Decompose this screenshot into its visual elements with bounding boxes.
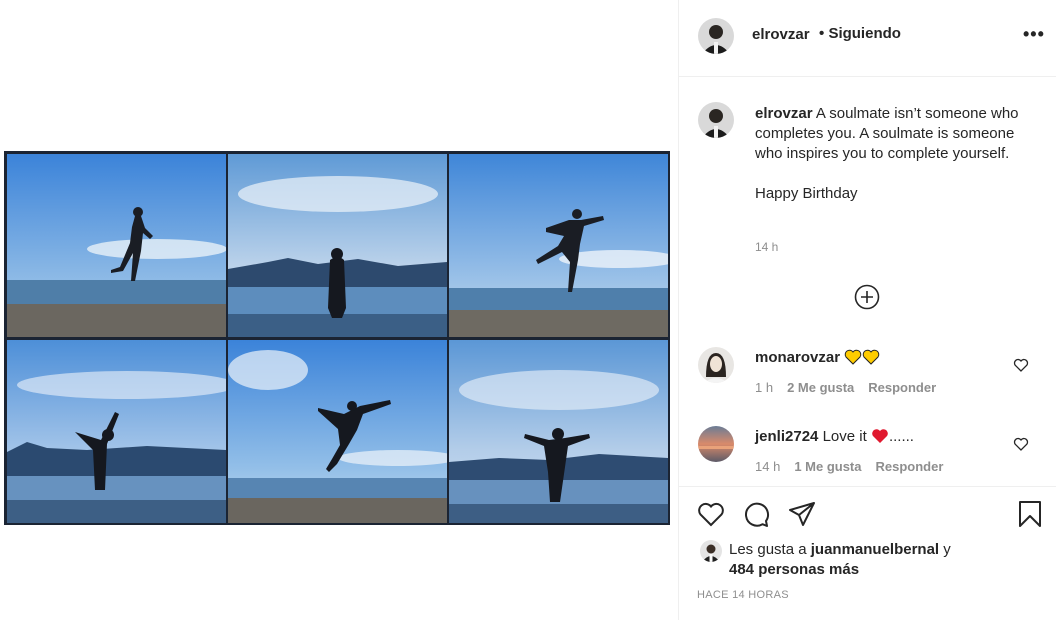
collage-photo-5 — [228, 340, 447, 523]
collage-photo-6 — [449, 340, 668, 523]
likes-joiner: y — [943, 541, 951, 558]
heart-outline-icon — [1013, 358, 1029, 372]
author-avatar[interactable] — [698, 18, 734, 54]
instagram-post: elrovzar • Siguiendo ••• elrovzar A soul… — [0, 0, 1056, 620]
bookmark-icon — [1019, 501, 1041, 527]
collage-photo-3 — [449, 154, 668, 337]
commenter-avatar[interactable] — [698, 347, 734, 383]
post-media — [0, 0, 678, 620]
post-actions: Les gusta a juanmanuelbernal y 484 perso… — [679, 486, 1056, 621]
plus-circle-icon — [854, 284, 880, 310]
comment-likes[interactable]: 1 Me gusta — [794, 459, 861, 474]
comment-button[interactable] — [741, 499, 771, 529]
reply-button[interactable]: Responder — [876, 459, 944, 474]
liker-username[interactable]: juanmanuelbernal — [811, 541, 939, 558]
collage-photo-4 — [7, 340, 226, 523]
likes-prefix: Les gusta a — [729, 541, 807, 558]
post-timestamp[interactable]: HACE 14 HORAS — [697, 589, 789, 601]
comment-like-button[interactable] — [1013, 357, 1029, 373]
collage-photo-2 — [228, 154, 447, 337]
post-header: elrovzar • Siguiendo ••• — [679, 0, 1056, 77]
save-button[interactable] — [1015, 499, 1045, 529]
caption-timestamp[interactable]: 14 h — [755, 240, 778, 254]
author-username[interactable]: elrovzar — [752, 26, 810, 43]
comment-item: monarovzar 1 h 2 Me gusta Responder — [679, 347, 1056, 417]
comment-username[interactable]: monarovzar — [755, 349, 840, 366]
comment-time[interactable]: 14 h — [755, 459, 780, 474]
commenter-avatar[interactable] — [698, 426, 734, 462]
caption-author-avatar[interactable] — [698, 102, 734, 138]
comment-time[interactable]: 1 h — [755, 380, 773, 395]
comment-text: jenli2724 Love it ...... — [755, 427, 995, 450]
like-button[interactable] — [696, 499, 726, 529]
heart-outline-icon — [1013, 437, 1029, 451]
speech-bubble-icon — [745, 502, 769, 527]
reply-button[interactable]: Responder — [868, 380, 936, 395]
liker-avatar[interactable] — [700, 540, 722, 562]
yellow-heart-icon — [844, 349, 862, 371]
comment-like-button[interactable] — [1013, 436, 1029, 452]
post-side-panel: elrovzar • Siguiendo ••• elrovzar A soul… — [678, 0, 1056, 620]
heart-outline-icon — [698, 502, 724, 527]
likes-summary: Les gusta a juanmanuelbernal y 484 perso… — [729, 540, 1029, 580]
red-heart-icon — [871, 428, 889, 450]
comment-meta: 14 h 1 Me gusta Responder — [755, 459, 943, 474]
comment-likes[interactable]: 2 Me gusta — [787, 380, 854, 395]
paper-plane-icon — [789, 502, 815, 526]
load-more-comments-button[interactable] — [854, 284, 880, 310]
comment-username[interactable]: jenli2724 — [755, 428, 818, 445]
comment-meta: 1 h 2 Me gusta Responder — [755, 380, 936, 395]
share-button[interactable] — [787, 499, 817, 529]
photo-collage[interactable] — [4, 151, 670, 525]
more-options-button[interactable]: ••• — [1023, 24, 1045, 45]
caption-username[interactable]: elrovzar — [755, 105, 813, 122]
comment-suffix: ...... — [888, 428, 914, 445]
comment-text: monarovzar — [755, 348, 995, 371]
likes-others-count[interactable]: 484 personas más — [729, 561, 859, 578]
post-caption: elrovzar A soulmate isn’t someone who co… — [755, 104, 1025, 204]
follow-separator: • — [819, 25, 825, 42]
follow-status-label: Siguiendo — [828, 25, 901, 42]
follow-status[interactable]: • Siguiendo — [819, 25, 901, 42]
yellow-heart-icon — [862, 349, 880, 371]
comment-body: Love it — [822, 428, 867, 445]
caption-birthday: Happy Birthday — [755, 185, 858, 202]
collage-photo-1 — [7, 154, 226, 337]
